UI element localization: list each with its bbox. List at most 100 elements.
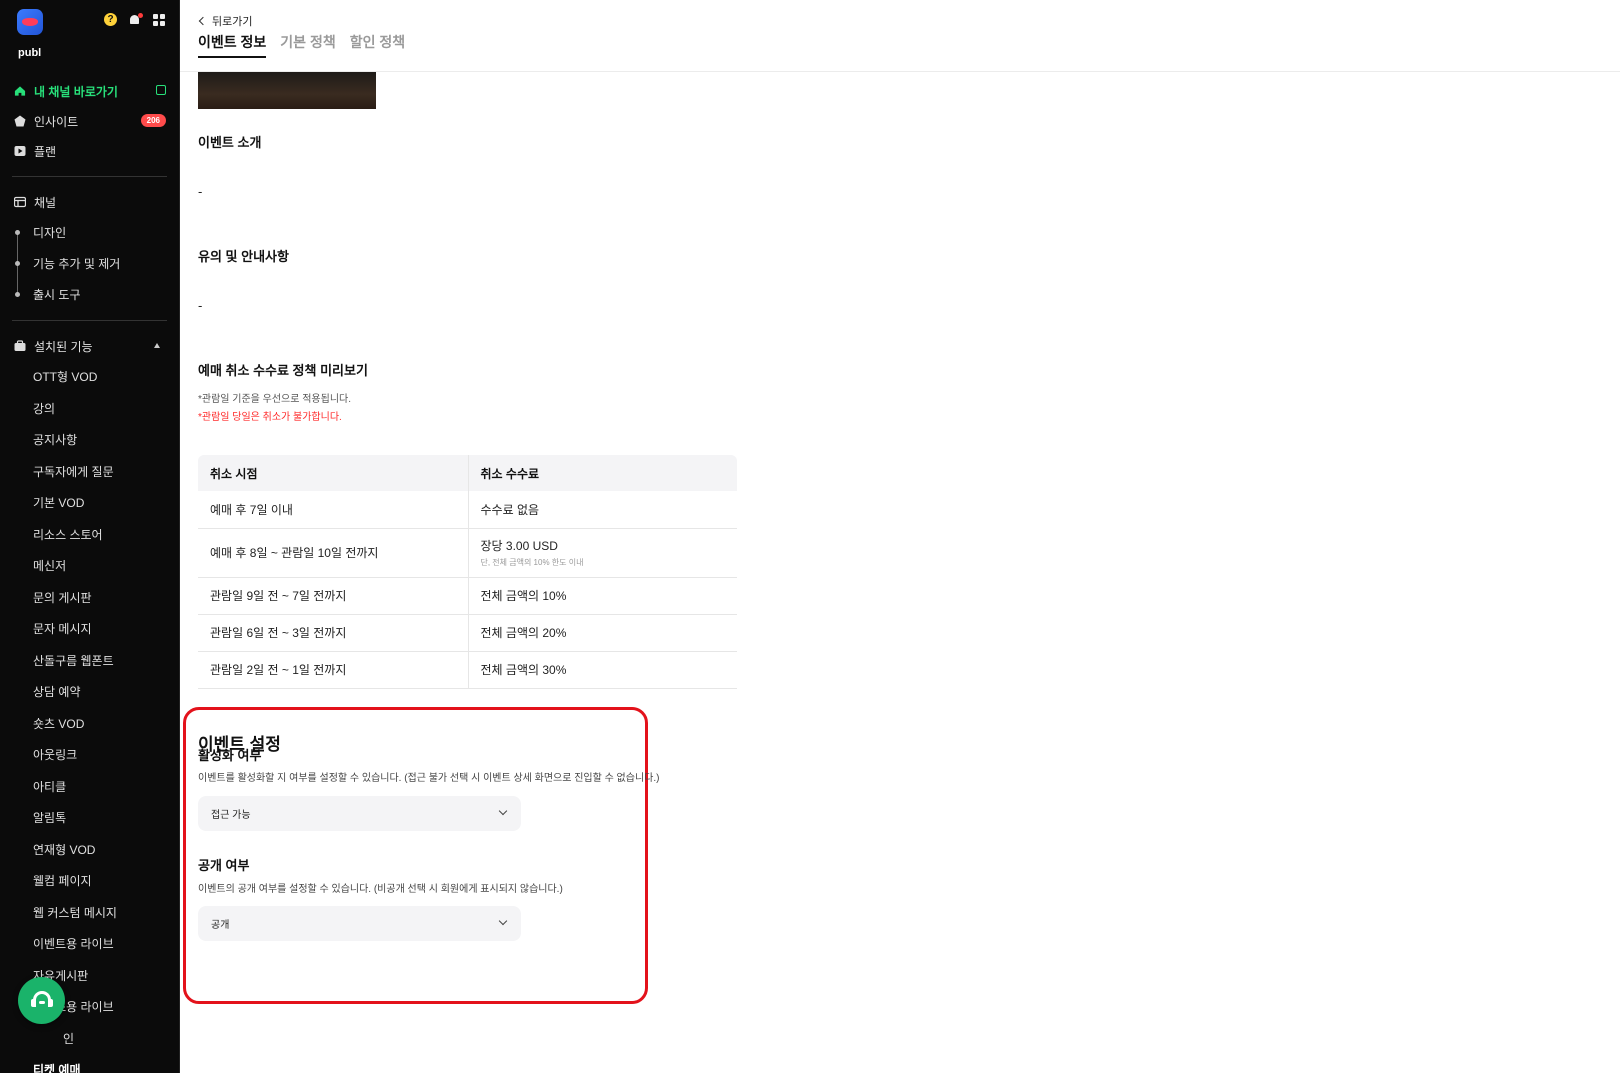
- installed-features-list: OTT형 VOD 강의공지사항구독자에게 질문기본 VOD 리소스 스토어메신저문의…: [0, 361, 179, 1073]
- sidebar-item-feature[interactable]: 연재형 VOD: [0, 834, 179, 866]
- sidebar-item-feature[interactable]: OTT형 VOD: [0, 361, 179, 393]
- apps-grid-icon[interactable]: [153, 13, 165, 26]
- sidebar-item-feature[interactable]: 기본 VOD: [0, 487, 179, 519]
- sidebar-item-label: 연재형 VOD: [33, 842, 96, 857]
- customer-support-button[interactable]: [18, 977, 65, 1024]
- sidebar-item-feature[interactable]: 티켓 예매: [0, 1054, 179, 1073]
- sidebar-item-feature[interactable]: 공지사항: [0, 424, 179, 456]
- notice-value: -: [198, 298, 203, 313]
- sidebar-divider: [12, 176, 167, 177]
- event-thumbnail-image: [198, 72, 376, 109]
- sidebar-item-feature[interactable]: 이벤트용 라이브: [0, 928, 179, 960]
- visibility-select[interactable]: 공개: [198, 906, 521, 941]
- activation-description: 이벤트를 활성화할 지 여부를 설정할 수 있습니다. (접근 불가 선택 시 …: [198, 773, 660, 784]
- sidebar-item-plan[interactable]: 플랜: [0, 136, 179, 166]
- sidebar-item-features[interactable]: 기능 추가 및 제거: [0, 248, 179, 279]
- tab-basic-policy[interactable]: 기본 정책: [280, 32, 335, 58]
- back-label: 뒤로가기: [212, 16, 253, 28]
- sidebar-item-label: 기본 VOD: [33, 496, 85, 511]
- sidebar-item-feature[interactable]: 구독자에게 질문: [0, 456, 179, 488]
- back-link[interactable]: 뒤로가기: [198, 13, 252, 29]
- sidebar-item-feature[interactable]: 강의: [0, 393, 179, 425]
- cancel-timing-cell: 관람일 6일 전 ~ 3일 전까지: [198, 614, 469, 652]
- table-row: 예매 후 7일 이내 수수료 없음: [198, 491, 737, 529]
- lips-icon: [22, 18, 38, 26]
- activation-label: 활성화 여부: [198, 748, 262, 763]
- fee-value: 전체 금액의 30%: [480, 663, 567, 677]
- sidebar-item-feature[interactable]: 상담 예약: [0, 676, 179, 708]
- sidebar-item-feature[interactable]: 아티클: [0, 771, 179, 803]
- tab-discount-policy[interactable]: 할인 정책: [350, 32, 405, 58]
- cancel-fee-cell: 장당 3.00 USD 단, 전체 금액의 10% 한도 이내: [468, 528, 737, 578]
- sidebar-item-label: 메신저: [33, 559, 67, 574]
- channel-subtree: 디자인 기능 추가 및 제거 출시 도구: [0, 217, 179, 310]
- sidebar-item-my-channel[interactable]: 내 채널 바로가기: [0, 76, 179, 106]
- chevron-down-icon: [498, 916, 508, 926]
- table-row: 관람일 2일 전 ~ 1일 전까지 전체 금액의 30%: [198, 651, 737, 689]
- sidebar-item-label: 아티클: [33, 779, 67, 794]
- cancel-fee-table: 취소 시점 취소 수수료 예매 후 7일 이내 수수료 없음 예매 후 8일 ~ 관…: [198, 455, 737, 689]
- plan-icon: [14, 145, 26, 157]
- cancel-policy-title: 예매 취소 수수료 정책 미리보기: [198, 363, 368, 378]
- sidebar-item-feature[interactable]: 알림톡: [0, 802, 179, 834]
- sidebar-item-installed-features[interactable]: 설치된 기능: [0, 331, 179, 361]
- bullet-icon: [15, 292, 20, 297]
- cancel-fee-cell: 전체 금액의 30%: [468, 651, 737, 689]
- app-root: ? publ 내 채널 바로가기 인사이트 206 플랜 채널 디자인 기능 추…: [0, 0, 1620, 1073]
- sidebar-item-label: 내 채널 바로가기: [34, 84, 118, 99]
- sidebar-item-label: 강의: [33, 401, 56, 416]
- fee-value: 전체 금액의 20%: [480, 626, 567, 640]
- tab-bar: 이벤트 정보 기본 정책 할인 정책: [198, 32, 405, 58]
- cancel-fee-cell: 전체 금액의 20%: [468, 614, 737, 652]
- collapse-caret-icon[interactable]: [154, 343, 160, 348]
- fee-value: 전체 금액의 10%: [480, 589, 567, 603]
- sidebar-item-launch-tools[interactable]: 출시 도구: [0, 279, 179, 310]
- activation-select[interactable]: 접근 가능: [198, 796, 521, 831]
- help-icon[interactable]: ?: [104, 13, 117, 26]
- fee-value: 장당 3.00 USD: [480, 539, 558, 553]
- home-icon: [14, 85, 26, 97]
- sidebar-item-insight[interactable]: 인사이트 206: [0, 106, 179, 136]
- sidebar-item-feature[interactable]: 웰컴 페이지: [0, 865, 179, 897]
- external-link-icon[interactable]: [156, 85, 166, 95]
- sidebar-item-label: 웰컴 페이지: [33, 874, 92, 889]
- sidebar-item-label: 설치된 기능: [34, 339, 93, 354]
- fee-limit-note: 단, 전체 금액의 10% 한도 이내: [480, 558, 584, 567]
- intro-value: -: [198, 184, 203, 199]
- tab-event-info[interactable]: 이벤트 정보: [198, 32, 267, 58]
- sidebar-item-design[interactable]: 디자인: [0, 217, 179, 248]
- sidebar-item-label: 이벤트용 라이브: [33, 937, 114, 952]
- sidebar-item-label: 구독자에게 질문: [33, 464, 114, 479]
- sidebar-item-feature[interactable]: 문의 게시판: [0, 582, 179, 614]
- bullet-icon: [15, 230, 20, 235]
- sidebar-item-feature[interactable]: 메신저: [0, 550, 179, 582]
- intro-title: 이벤트 소개: [198, 135, 262, 150]
- table-row: 예매 후 8일 ~ 관람일 10일 전까지 장당 3.00 USD 단, 전체 금액…: [198, 528, 737, 578]
- cancel-timing-cell: 예매 후 7일 이내: [198, 491, 469, 529]
- sidebar-item-label: 기능 추가 및 제거: [33, 257, 121, 271]
- bell-icon[interactable]: [129, 12, 143, 26]
- brand-name: publ: [18, 47, 42, 59]
- sidebar-item-feature[interactable]: 리소스 스토어: [0, 519, 179, 551]
- fee-value: 수수료 없음: [480, 502, 540, 517]
- sidebar-item-label: 인: [63, 1031, 75, 1046]
- headset-icon: [30, 990, 53, 1011]
- sidebar-item-channel[interactable]: 채널: [0, 187, 179, 217]
- chevron-left-icon: [198, 16, 208, 26]
- cancel-warning: *관람일 당일은 취소가 불가합니다.: [198, 412, 342, 423]
- sidebar: ? publ 내 채널 바로가기 인사이트 206 플랜 채널 디자인 기능 추…: [0, 0, 180, 1073]
- cancel-fee-cell: 전체 금액의 10%: [468, 577, 737, 615]
- sidebar-item-feature[interactable]: 숏츠 VOD: [0, 708, 179, 740]
- column-header: 취소 수수료: [468, 455, 737, 491]
- cancel-fee-rows: 예매 후 7일 이내 수수료 없음예매 후 8일 ~ 관람일 10일 전까지 장당 …: [198, 491, 737, 689]
- sidebar-item-feature[interactable]: 산돌구름 웹폰트: [0, 645, 179, 677]
- chevron-down-icon: [498, 806, 508, 816]
- activation-selected-value: 접근 가능: [211, 810, 251, 821]
- publ-logo[interactable]: [17, 9, 43, 35]
- sidebar-item-feature[interactable]: 문자 메시지: [0, 613, 179, 645]
- insight-icon: [14, 115, 26, 127]
- sidebar-item-feature[interactable]: 웹 커스텀 메시지: [0, 897, 179, 929]
- sidebar-item-feature[interactable]: 아웃링크: [0, 739, 179, 771]
- sidebar-item-feature[interactable]: 인: [0, 1023, 179, 1055]
- sidebar-item-label: 공지사항: [33, 433, 78, 448]
